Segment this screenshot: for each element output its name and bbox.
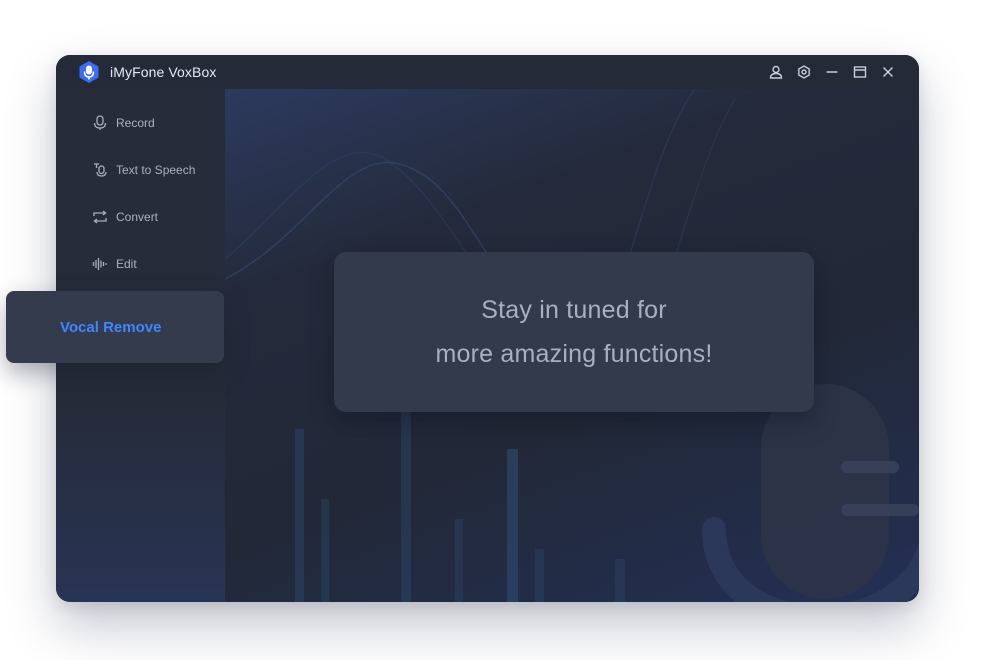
sidebar-item-vocal-remove[interactable]: Vocal Remove [6, 291, 224, 363]
settings-icon[interactable] [795, 63, 813, 81]
sidebar-item-text-to-speech[interactable]: Text to Speech [92, 160, 195, 180]
window-controls [767, 63, 897, 81]
app-title: iMyFone VoxBox [110, 64, 217, 80]
message-line-1: Stay in tuned for [481, 296, 667, 324]
sidebar-item-label: Text to Speech [116, 163, 196, 177]
app-logo-icon [79, 61, 99, 83]
message-line-2: more amazing functions! [435, 340, 713, 368]
sidebar-item-label: Edit [116, 257, 137, 271]
sidebar-item-label: Record [116, 116, 155, 130]
sidebar-item-label: Vocal Remove [60, 318, 162, 336]
tts-icon [92, 162, 108, 178]
sidebar-item-record[interactable]: Record [92, 113, 155, 133]
coming-soon-card: Stay in tuned for more amazing functions… [334, 252, 814, 412]
user-icon[interactable] [767, 63, 785, 81]
sidebar-item-convert[interactable]: Convert [92, 207, 158, 227]
minimize-icon[interactable] [823, 63, 841, 81]
title-bar[interactable]: iMyFone VoxBox [56, 55, 919, 89]
waveform-icon [92, 256, 108, 272]
maximize-icon[interactable] [851, 63, 869, 81]
sidebar-item-edit[interactable]: Edit [92, 254, 137, 274]
convert-icon [92, 209, 108, 225]
sidebar-item-label: Convert [116, 210, 159, 224]
microphone-icon [92, 115, 108, 131]
close-icon[interactable] [879, 63, 897, 81]
